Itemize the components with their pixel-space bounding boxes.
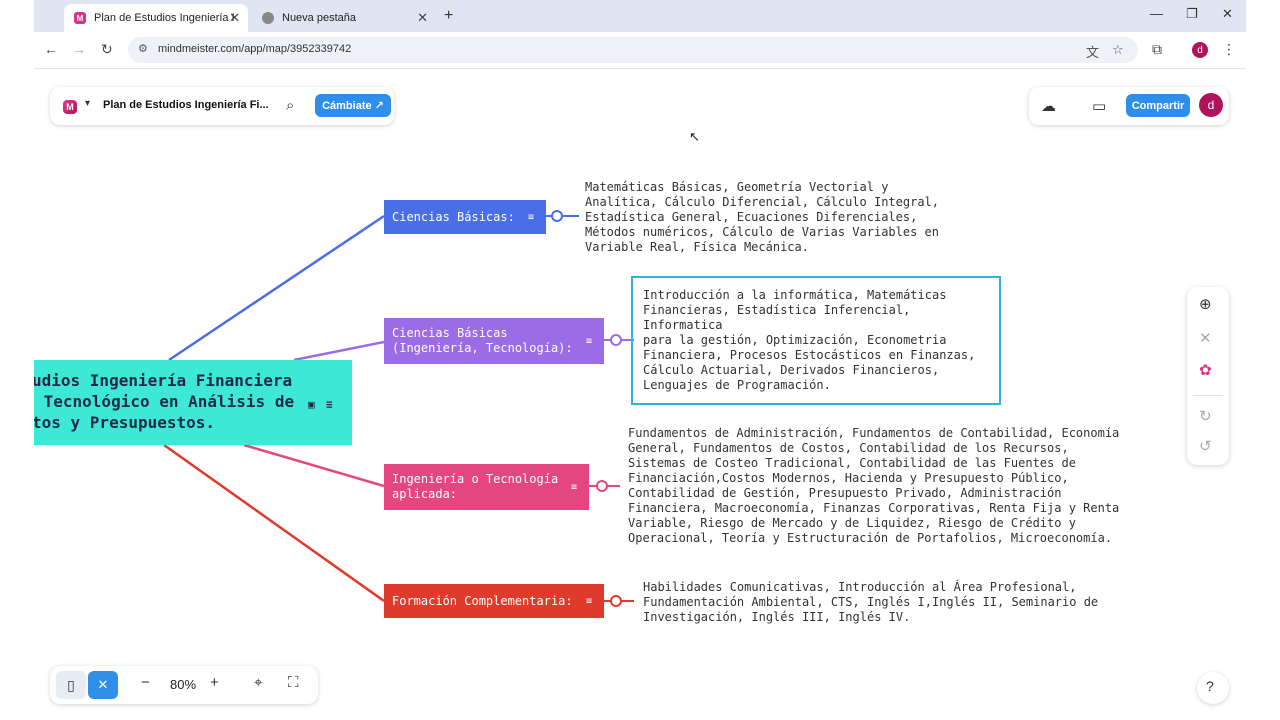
- screen-margin-right: [1246, 0, 1280, 720]
- connector-ciencias-ing: [293, 340, 385, 362]
- close-tab-icon[interactable]: ✕: [229, 10, 240, 26]
- screen-margin-left: [0, 0, 34, 720]
- user-avatar[interactable]: d: [1199, 93, 1223, 117]
- share-button[interactable]: Compartir: [1126, 94, 1190, 117]
- root-line: tos y Presupuestos.: [34, 413, 216, 432]
- note-icon[interactable]: ≡: [571, 480, 577, 495]
- tab-new-tab[interactable]: Nueva pestaña ✕: [252, 4, 436, 32]
- top-right-toolbar: ☁ ▭ Compartir d: [1029, 87, 1229, 125]
- browser-profile-avatar[interactable]: d: [1192, 42, 1208, 58]
- root-node[interactable]: udios Ingeniería Financiera Tecnológico …: [34, 360, 352, 445]
- forward-icon[interactable]: →: [72, 41, 86, 57]
- root-line: Tecnológico en Análisis de: [34, 392, 295, 411]
- branch-label: Ciencias Básicas (Ingeniería, Tecnología…: [392, 326, 573, 355]
- mindmeister-icon: M: [74, 12, 86, 24]
- right-side-toolbar: ⊕ ✕ ✿ ↻ ↺: [1187, 287, 1229, 465]
- url-text: mindmeister.com/app/map/3952339742: [158, 43, 352, 55]
- help-panel: ?: [1197, 672, 1229, 704]
- branch-ingenieria-aplicada[interactable]: Ingeniería o Tecnología aplicada: ≡: [384, 464, 589, 510]
- topic-formacion-text[interactable]: Habilidades Comunicativas, Introducción …: [643, 580, 1098, 625]
- bookmark-star-icon[interactable]: ☆: [1112, 42, 1124, 58]
- tab-mindmeister[interactable]: M Plan de Estudios Ingeniería Fina ✕: [64, 4, 248, 32]
- maximize-icon[interactable]: ❐: [1186, 6, 1198, 22]
- mindmap-view-icon[interactable]: ✕: [88, 671, 118, 699]
- browser-window: M Plan de Estudios Ingeniería Fina ✕ Nue…: [34, 0, 1246, 720]
- zoom-toolbar: ▯ ✕ − 80% + ⌖ ⛶: [50, 666, 318, 704]
- mouse-cursor-icon: ↖: [689, 129, 700, 144]
- note-icon[interactable]: ≡: [528, 210, 534, 225]
- root-line: udios Ingeniería Financiera: [34, 371, 293, 390]
- search-icon[interactable]: ⌕: [286, 97, 294, 114]
- back-icon[interactable]: ←: [44, 41, 58, 57]
- add-topic-icon[interactable]: ⊕: [1199, 295, 1212, 313]
- collapse-handle[interactable]: [610, 595, 622, 607]
- branch-label: Formación Complementaria:: [392, 593, 573, 608]
- fit-screen-icon[interactable]: ⛶: [288, 674, 299, 691]
- tab-title: Plan de Estudios Ingeniería Fina: [94, 12, 234, 24]
- branch-label: Ciencias Básicas:: [392, 209, 515, 224]
- close-tab-icon[interactable]: ✕: [417, 10, 428, 26]
- center-map-icon[interactable]: ⌖: [254, 674, 262, 691]
- mindmeister-logo-icon[interactable]: M: [63, 100, 77, 114]
- zoom-in-icon[interactable]: +: [210, 674, 219, 691]
- collapse-handle[interactable]: [610, 334, 622, 346]
- note-icon[interactable]: ≡: [326, 394, 333, 415]
- topic-ciencias-ing-text[interactable]: Introducción a la informática, Matemátic…: [643, 288, 975, 393]
- style-palette-icon[interactable]: ✿: [1199, 361, 1212, 379]
- branch-label: Ingeniería o Tecnología aplicada:: [392, 472, 559, 501]
- branch-formacion-complementaria[interactable]: Formación Complementaria: ≡: [384, 584, 604, 618]
- cloud-upload-icon[interactable]: ☁: [1041, 97, 1056, 115]
- close-window-icon[interactable]: ✕: [1222, 6, 1233, 22]
- new-tab-icon[interactable]: +: [444, 7, 453, 25]
- tab-title: Nueva pestaña: [282, 12, 356, 24]
- reload-icon[interactable]: ↻: [101, 41, 113, 58]
- layout-icon[interactable]: ✕: [1199, 329, 1212, 347]
- chrome-icon: [262, 12, 274, 24]
- tab-strip: M Plan de Estudios Ingeniería Fina ✕ Nue…: [34, 0, 1246, 32]
- connector-formacion: [163, 443, 385, 603]
- site-info-icon[interactable]: ⚙: [138, 42, 148, 55]
- translate-icon[interactable]: 文: [1086, 42, 1099, 61]
- note-icon[interactable]: ≡: [586, 594, 592, 609]
- branch-ciencias-ingenieria[interactable]: Ciencias Básicas (Ingeniería, Tecnología…: [384, 318, 604, 364]
- topic-ciencias-basicas-text[interactable]: Matemáticas Básicas, Geometría Vectorial…: [585, 180, 939, 255]
- collapse-handle[interactable]: [596, 480, 608, 492]
- help-icon[interactable]: ?: [1206, 678, 1214, 694]
- zoom-level: 80%: [170, 677, 197, 692]
- connector-ciencias-basicas: [168, 214, 385, 362]
- toolbar-divider: [1193, 395, 1223, 396]
- branch-ciencias-basicas[interactable]: Ciencias Básicas: ≡: [384, 200, 546, 234]
- map-title-panel: M ▾ Plan de Estudios Ingeniería Fi... ⌕ …: [50, 87, 394, 125]
- image-icon[interactable]: ▣: [308, 394, 315, 415]
- undo-icon[interactable]: ↺: [1199, 437, 1212, 455]
- outline-view-icon[interactable]: ▯: [56, 671, 86, 699]
- extensions-icon[interactable]: ⧉: [1152, 41, 1162, 58]
- chevron-down-icon[interactable]: ▾: [85, 98, 90, 109]
- browser-toolbar: ← → ↻ ⚙ mindmeister.com/app/map/39523397…: [34, 32, 1246, 69]
- collapse-handle[interactable]: [551, 210, 563, 222]
- upgrade-button[interactable]: Cámbiate ↗: [315, 94, 391, 117]
- browser-menu-icon[interactable]: ⋮: [1222, 41, 1236, 58]
- mindmap-canvas[interactable]: udios Ingeniería Financiera Tecnológico …: [34, 69, 1246, 720]
- zoom-out-icon[interactable]: −: [141, 674, 150, 691]
- minimize-icon[interactable]: —: [1150, 6, 1163, 21]
- presentation-icon[interactable]: ▭: [1092, 97, 1106, 115]
- topic-ing-aplicada-text[interactable]: Fundamentos de Administración, Fundament…: [628, 426, 1119, 546]
- connector-ing-aplicada: [243, 443, 385, 488]
- address-bar[interactable]: ⚙ mindmeister.com/app/map/3952339742 文 ☆: [128, 37, 1138, 63]
- map-title[interactable]: Plan de Estudios Ingeniería Fi...: [103, 99, 269, 111]
- note-icon[interactable]: ≡: [586, 334, 592, 349]
- redo-icon[interactable]: ↻: [1199, 407, 1212, 425]
